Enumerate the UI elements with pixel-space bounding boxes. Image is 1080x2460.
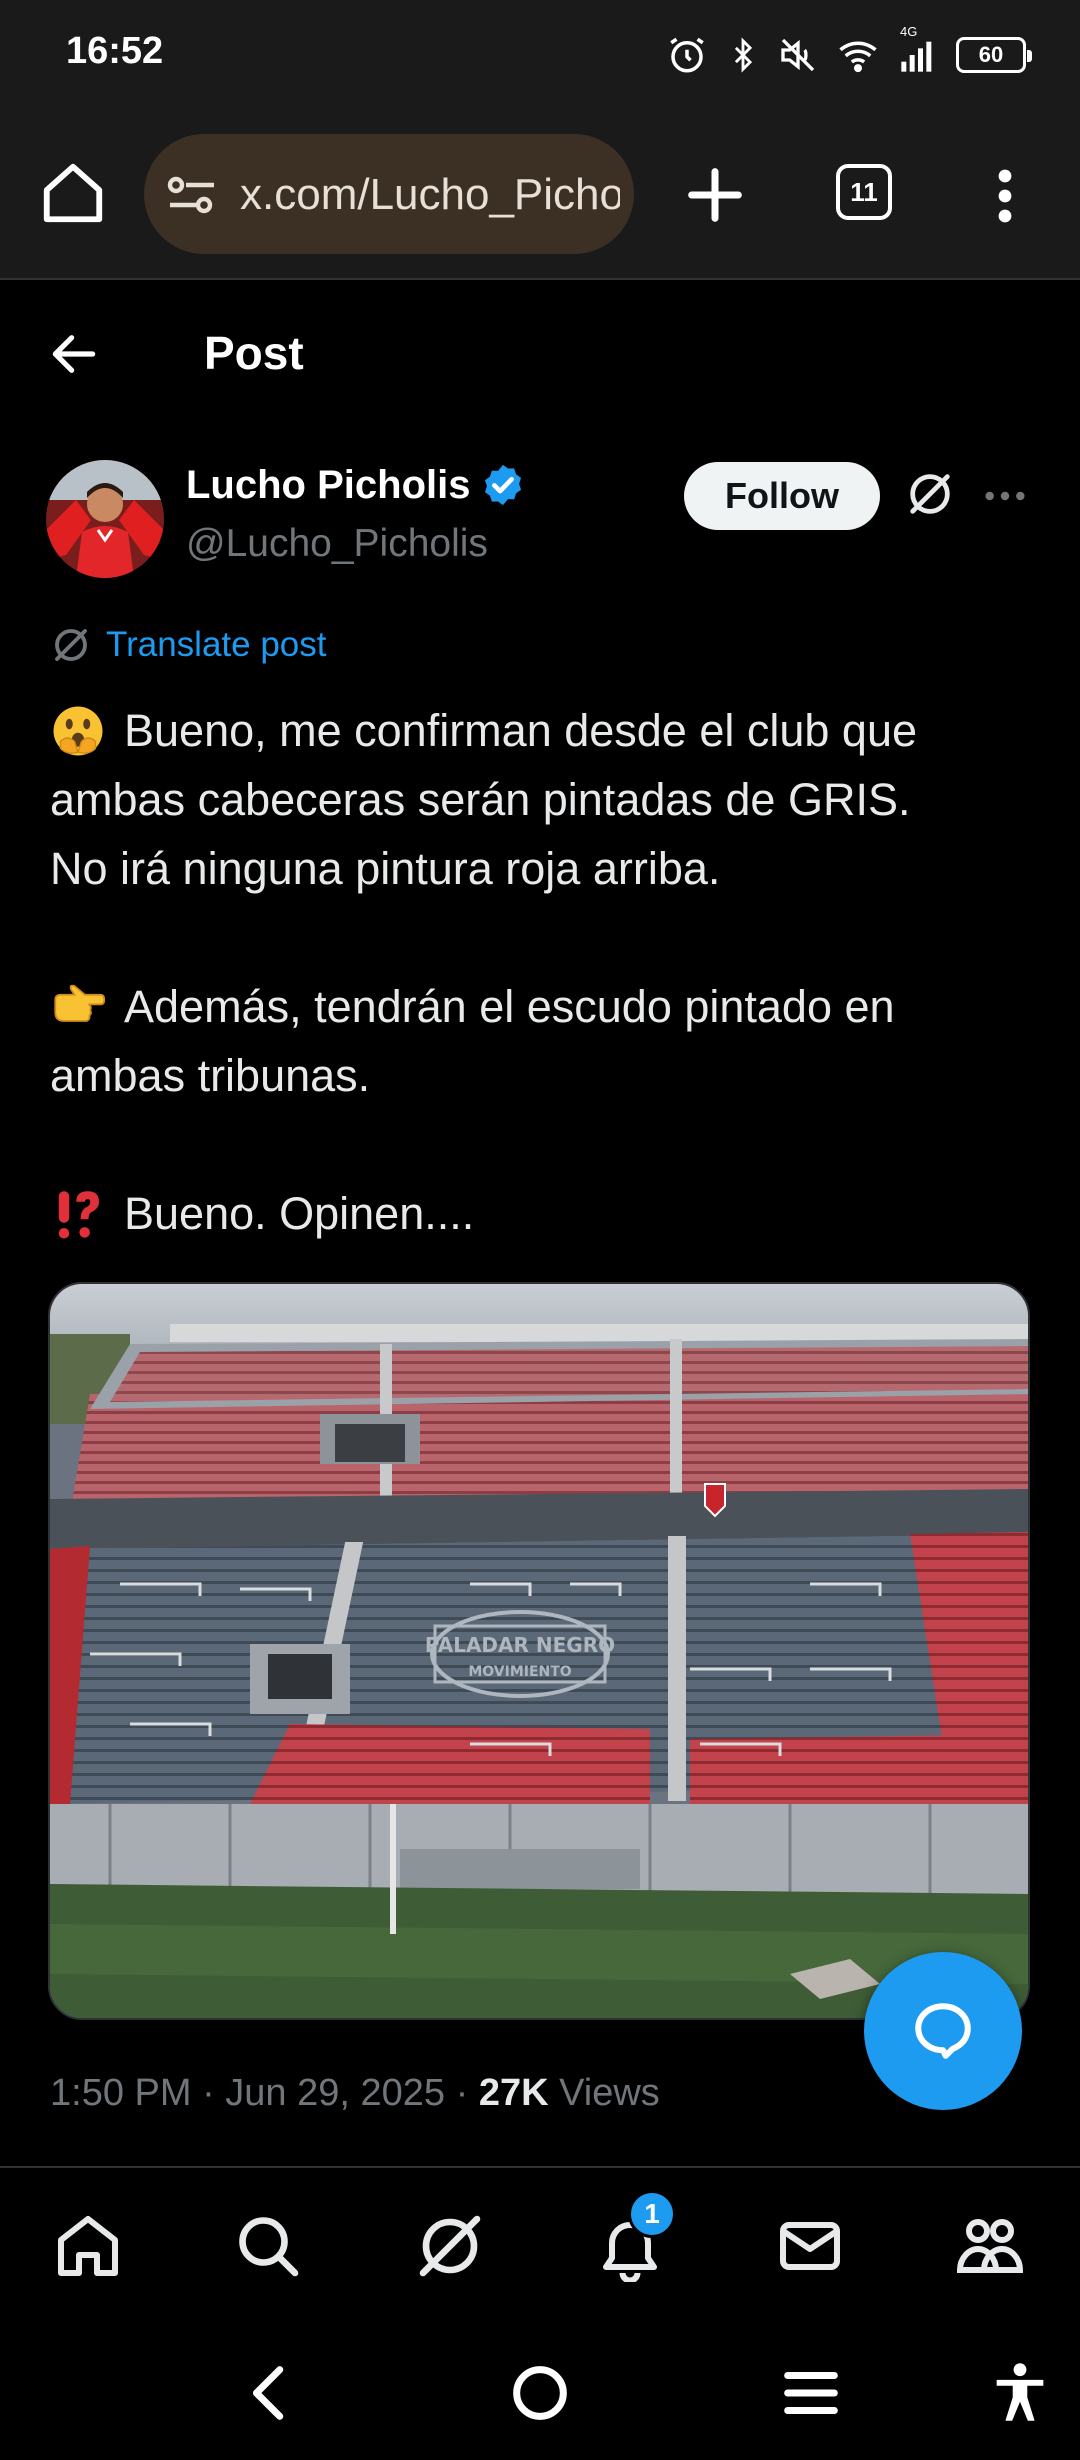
page-title: Post [204,327,304,379]
tabs-button[interactable]: 11 [836,164,892,220]
battery-icon: 60 [956,37,1032,73]
url-text[interactable]: x.com/Lucho_Picholis [240,170,620,220]
alarm-icon [670,37,704,73]
communities-icon[interactable] [954,2210,1026,2282]
reply-bubble-icon [915,2003,971,2059]
system-navigation [0,2324,1080,2460]
status-time: 16:52 [66,30,164,72]
bottom-navigation: 1 [0,2166,1080,2324]
post-line: Además, tendrán el escudo pintado en [50,972,1040,1041]
verified-badge-icon [485,464,522,506]
mute-icon [781,38,815,72]
back-arrow-icon[interactable] [46,326,102,382]
author-handle[interactable]: @Lucho_Picholis [186,522,488,566]
status-icons: 4G 60 [666,24,1032,80]
notification-badge: 1 [628,2190,676,2238]
post-header: Post [0,282,1080,422]
search-icon[interactable] [232,2210,304,2282]
shocked-face-emoji-icon [53,706,103,755]
post-line: No irá ninguna pintura roja arriba. [50,834,1040,903]
post-meta: 1:50 PM · Jun 29, 2025 · 27K Views [50,2072,660,2115]
grok-icon[interactable] [904,468,956,520]
post-text-line: No irá ninguna pintura roja arriba. [50,843,721,894]
views-count: 27K [478,2072,549,2114]
media-banner-sub: MOVIMIENTO [468,1664,571,1680]
signal-icon: 4G [898,24,938,76]
post-text-line: ambas cabeceras serán pintadas de GRIS. [50,774,911,825]
reply-fab-button[interactable] [864,1952,1022,2110]
status-bar: 16:52 4G 60 [0,0,1080,110]
system-home-icon[interactable] [505,2358,575,2428]
browser-toolbar: x.com/Lucho_Picholis 11 [0,110,1080,280]
messages-envelope-icon[interactable] [774,2210,846,2282]
translate-row[interactable]: Translate post [50,624,326,666]
stadium-photo: PALADAR NEGRO MOVIMIENTO [50,1284,1028,2018]
url-bar[interactable]: x.com/Lucho_Picholis [144,134,634,254]
post-line: ambas cabeceras serán pintadas de GRIS. [50,765,1040,834]
post-line: Bueno. Opinen.... [50,1179,1040,1248]
bluetooth-icon [734,37,753,73]
post-text: Bueno, me confirman desde el club que am… [50,696,1040,1248]
author-name-text[interactable]: Lucho Picholis [186,463,470,508]
browser-menu-icon[interactable] [990,168,1020,224]
network-label: 4G [900,24,918,39]
post-text-line: Bueno, me confirman desde el club que [124,705,917,756]
avatar[interactable] [46,460,164,578]
pointing-right-emoji-icon [54,984,106,1022]
grok-icon [55,629,87,661]
post-text-line: ambas tribunas. [50,1050,371,1101]
post-text-line: Bueno. Opinen.... [124,1188,475,1239]
browser-home-icon[interactable] [38,158,108,228]
exclamation-question-emoji-icon [58,1190,99,1238]
author-name[interactable]: Lucho Picholis [186,462,526,508]
post-line: ambas tribunas. [50,1041,1040,1110]
accessibility-icon[interactable] [985,2358,1055,2428]
views-label: Views [548,2072,660,2114]
post-timestamp[interactable]: 1:50 PM · Jun 29, 2025 · [50,2072,479,2114]
system-back-icon[interactable] [236,2358,306,2428]
more-options-icon[interactable] [982,476,1028,516]
media-banner-text: PALADAR NEGRO [425,1633,615,1657]
new-tab-icon[interactable] [680,160,750,230]
post-image[interactable]: PALADAR NEGRO MOVIMIENTO [48,1282,1030,2020]
site-settings-icon[interactable] [166,174,218,216]
battery-level: 60 [978,42,1004,67]
home-icon[interactable] [52,2210,124,2282]
post-text-line: Además, tendrán el escudo pintado en [124,981,895,1032]
system-recents-icon[interactable] [776,2358,846,2428]
wifi-icon [839,41,877,73]
grok-icon[interactable] [414,2210,486,2282]
tab-count: 11 [850,176,878,207]
post-line: Bueno, me confirman desde el club que [50,696,1040,765]
follow-button[interactable]: Follow [684,462,880,530]
translate-post-link[interactable]: Translate post [106,625,326,665]
